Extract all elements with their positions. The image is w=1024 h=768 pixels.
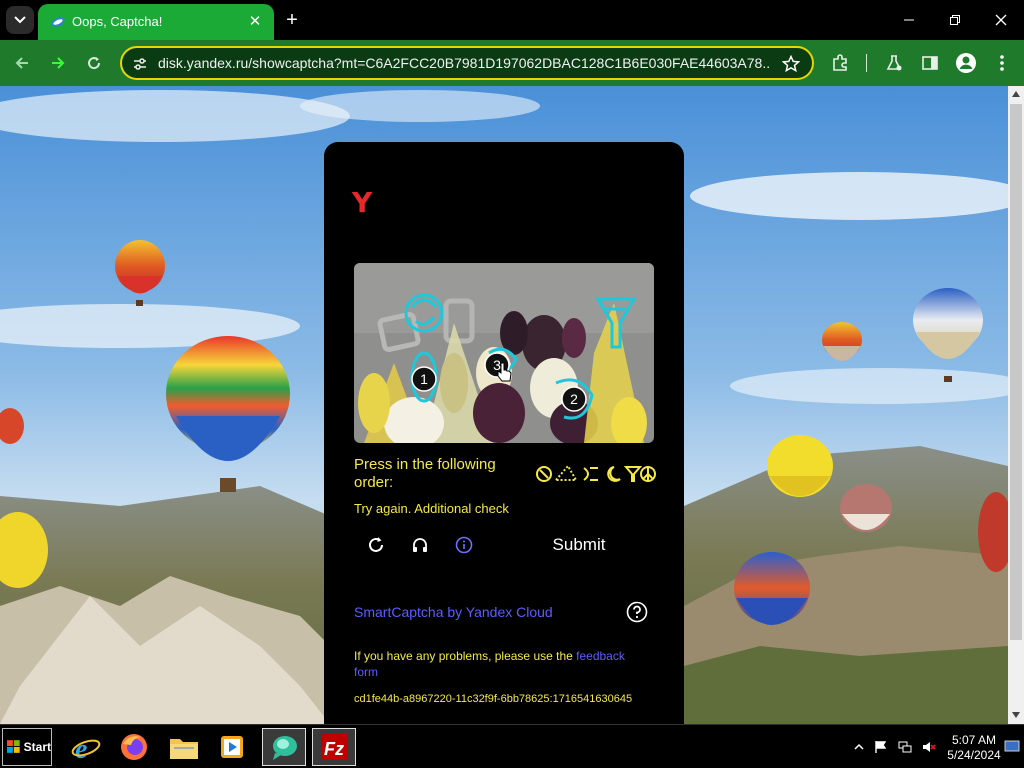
- info-icon: [455, 536, 473, 554]
- labs-button[interactable]: [882, 51, 906, 75]
- flask-icon: [886, 55, 902, 71]
- smartcaptcha-link[interactable]: SmartCaptcha by Yandex Cloud: [354, 604, 553, 620]
- taskbar-chat-app[interactable]: [262, 728, 306, 766]
- tab-search-button[interactable]: [6, 6, 34, 34]
- close-icon: [995, 14, 1007, 26]
- kebab-menu-icon: [1000, 55, 1004, 71]
- network-icon[interactable]: [898, 740, 912, 754]
- paperclip-icon: [536, 466, 552, 482]
- scroll-down-icon[interactable]: [1012, 712, 1020, 718]
- side-panel-button[interactable]: [918, 51, 942, 75]
- tab-close-button[interactable]: ✕: [244, 10, 266, 32]
- svg-text:1: 1: [420, 371, 428, 387]
- title-bar: Oops, Captcha! ✕ +: [0, 0, 1024, 40]
- back-button[interactable]: [10, 51, 34, 75]
- tab-title: Oops, Captcha!: [72, 14, 163, 29]
- chevron-down-icon: [14, 16, 26, 24]
- svg-text:e: e: [75, 734, 87, 762]
- marker-2: 2: [561, 386, 587, 412]
- arrow-right-icon: [52, 57, 65, 69]
- status-message: Try again. Additional check: [354, 501, 509, 516]
- side-panel-icon: [922, 56, 938, 70]
- address-bar[interactable]: disk.yandex.ru/showcaptcha?mt=C6A2FCC20B…: [120, 46, 814, 80]
- refresh-captcha-button[interactable]: [364, 533, 388, 557]
- restore-button[interactable]: [932, 0, 978, 40]
- scroll-thumb[interactable]: [1010, 104, 1022, 640]
- minimize-icon: [904, 19, 914, 21]
- reload-icon: [88, 57, 101, 70]
- firefox-icon: [121, 734, 147, 760]
- show-hidden-icons-icon[interactable]: [852, 740, 866, 754]
- svg-text:3: 3: [493, 357, 501, 373]
- marker-1: 1: [411, 366, 437, 392]
- taskbar-media-player[interactable]: [210, 728, 254, 766]
- peace-icon: [640, 466, 656, 482]
- action-center-flag-icon[interactable]: [874, 740, 888, 754]
- svg-text:2: 2: [570, 391, 578, 407]
- bracket-icon: [583, 467, 598, 481]
- start-button[interactable]: Start: [2, 728, 52, 766]
- bookmark-star-icon[interactable]: [782, 55, 800, 73]
- puzzle-icon: [833, 54, 847, 71]
- internet-explorer-icon: e: [71, 734, 101, 762]
- folder-icon: [170, 739, 198, 759]
- clock-time: 5:07 AM: [951, 733, 997, 747]
- menu-button[interactable]: [990, 51, 1014, 75]
- show-desktop-icon[interactable]: [1004, 739, 1020, 753]
- problems-text: If you have any problems, please use the…: [354, 648, 644, 680]
- taskbar-firefox[interactable]: [112, 728, 156, 766]
- toolbar-divider: [866, 54, 867, 72]
- windows-logo-icon: [7, 740, 20, 753]
- taskbar-internet-explorer[interactable]: e: [64, 728, 108, 766]
- audio-captcha-button[interactable]: [408, 533, 432, 557]
- info-button[interactable]: [452, 533, 476, 557]
- reload-button[interactable]: [82, 51, 106, 75]
- help-icon[interactable]: [626, 601, 648, 623]
- captcha-token: cd1fe44b-a8967220-11c32f9f-6bb78625:1716…: [354, 693, 633, 705]
- taskbar: Start e Fz 5:07 AM 5/24/2024: [0, 724, 1024, 768]
- forward-button[interactable]: [46, 51, 70, 75]
- minimize-button[interactable]: [886, 0, 932, 40]
- clock-date: 5/24/2024: [947, 748, 1001, 762]
- browser-tab[interactable]: Oops, Captcha! ✕: [38, 4, 274, 40]
- profile-icon: [956, 53, 976, 73]
- chat-bubble-icon: [273, 736, 297, 760]
- disk-favicon-icon: [51, 17, 65, 27]
- taskbar-filezilla[interactable]: Fz: [312, 728, 356, 766]
- new-tab-button[interactable]: +: [280, 8, 304, 32]
- instruction-text: Press in the following order:: [354, 456, 496, 491]
- restore-icon: [950, 15, 960, 25]
- system-clock[interactable]: 5:07 AM 5/24/2024: [946, 733, 1002, 763]
- close-window-button[interactable]: [978, 0, 1024, 40]
- captcha-image[interactable]: 1 2 3: [354, 263, 654, 443]
- start-label: Start: [23, 740, 51, 754]
- taskbar-file-explorer[interactable]: [162, 728, 206, 766]
- scroll-up-icon[interactable]: [1012, 91, 1020, 97]
- url-text[interactable]: disk.yandex.ru/showcaptcha?mt=C6A2FCC20B…: [158, 55, 770, 71]
- media-player-icon: [221, 736, 243, 758]
- order-sequence: [536, 464, 656, 482]
- moon-icon: [607, 466, 621, 482]
- yandex-logo: Y: [352, 186, 373, 219]
- svg-text:Fz: Fz: [324, 739, 344, 759]
- volume-muted-icon[interactable]: [922, 740, 936, 754]
- triangle-icon: [553, 464, 578, 481]
- site-settings-icon[interactable]: [132, 56, 148, 72]
- headphones-icon: [413, 538, 427, 552]
- profile-button[interactable]: [954, 51, 978, 75]
- extensions-button[interactable]: [828, 51, 852, 75]
- submit-button[interactable]: Submit: [540, 533, 618, 557]
- funnel-icon: [623, 466, 643, 482]
- refresh-icon: [369, 537, 383, 552]
- filezilla-icon: Fz: [321, 734, 347, 760]
- arrow-left-icon: [15, 57, 28, 69]
- problems-label: If you have any problems, please use the: [354, 649, 577, 663]
